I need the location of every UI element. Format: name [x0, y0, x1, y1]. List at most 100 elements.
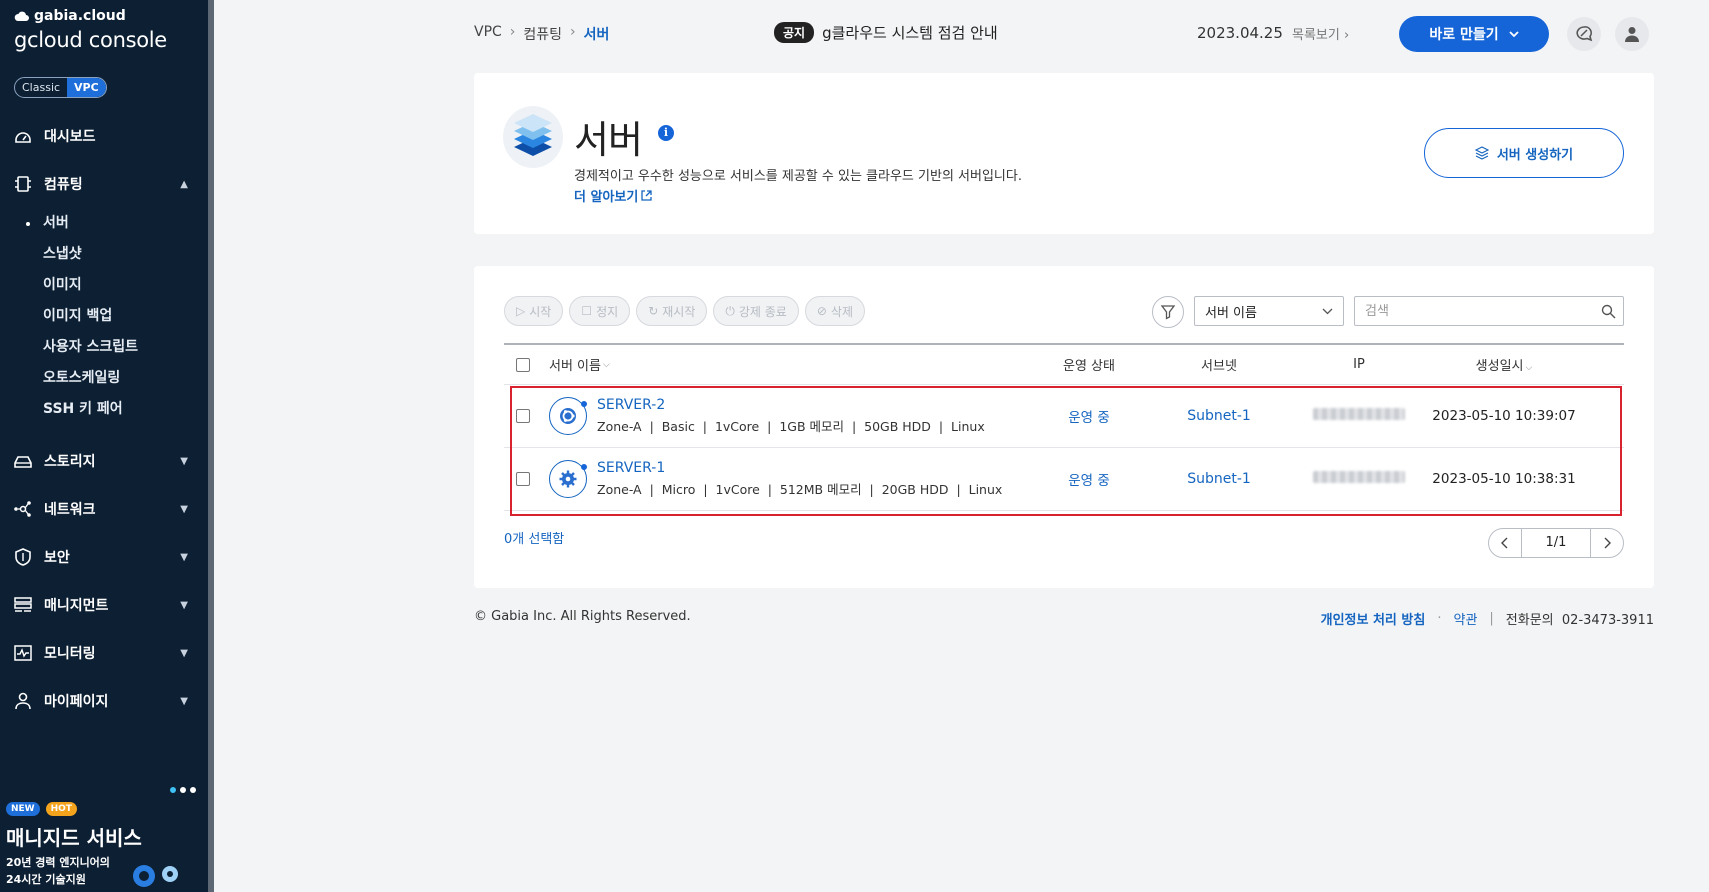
row-checkbox[interactable]	[516, 409, 530, 423]
footer-links: 개인정보 처리 방침 · 약관 | 전화문의 02-3473-3911	[1321, 609, 1654, 628]
footer-separator: |	[1489, 611, 1494, 626]
hot-badge: HOT	[45, 802, 77, 816]
stop-button[interactable]: ☐ 정지	[569, 296, 631, 326]
server-name-link[interactable]: SERVER-1	[597, 460, 1002, 476]
management-icon	[12, 594, 34, 616]
prev-page-button[interactable]	[1489, 529, 1521, 557]
sidebar-item-network[interactable]: 네트워크 ▼	[0, 485, 208, 533]
sidebar-item-label: 마이페이지	[44, 694, 109, 710]
action-toolbar: ▷ 시작 ☐ 정지 ↻ 재시작 ⏻ 강제 종료 ⊘ 삭제	[504, 296, 866, 326]
breadcrumb: VPC › 컴퓨팅 › 서버	[474, 24, 609, 44]
terms-link[interactable]: 약관	[1453, 609, 1477, 628]
start-button[interactable]: ▷ 시작	[504, 296, 564, 326]
search-box	[1354, 296, 1624, 326]
notice-text[interactable]: g클라우드 시스템 점검 안내	[822, 22, 998, 43]
sidebar-sub-image-backup[interactable]: 이미지 백업	[43, 301, 208, 332]
sidebar-item-storage[interactable]: 스토리지 ▼	[0, 437, 208, 485]
server-list-card: ▷시작 ☐정지 ↻재시작 ⏻강제 종료 ⊘삭제 서버 이름 서버 이름⌵ 운영 …	[474, 266, 1654, 588]
col-created-label: 생성일시	[1475, 359, 1524, 374]
table-header: 서버 이름 ⌵ 운영 상태 서브넷 IP 생성일시 ⌵	[504, 343, 1624, 385]
brand-logo[interactable]: gabia.cloud gcloud console	[14, 8, 167, 52]
col-created-header[interactable]: 생성일시 ⌵	[1429, 355, 1579, 374]
search-field-value: 서버 이름	[1205, 305, 1257, 321]
filter-icon	[1160, 305, 1176, 320]
sidebar-sub-ssh-keypair[interactable]: SSH 키 페어	[43, 394, 208, 425]
table-row[interactable]: SERVER-1 Zone-A | Micro | 1vCore | 512MB…	[504, 448, 1624, 511]
restart-button[interactable]: ↻ 재시작	[636, 296, 708, 326]
create-server-button[interactable]: 서버 생성하기	[1424, 128, 1624, 178]
info-icon[interactable]: i	[658, 125, 674, 141]
network-icon	[12, 498, 34, 520]
force-stop-button[interactable]: ⏻ 강제 종료	[713, 296, 799, 326]
cloud-icon	[14, 11, 29, 21]
sidebar-scrollbar[interactable]	[208, 0, 214, 892]
compute-subnav: 서버 스냅샷 이미지 이미지 백업 사용자 스크립트 오토스케일링 SSH 키 …	[0, 208, 208, 425]
gear-os-icon	[549, 460, 587, 498]
sidebar-sub-snapshot[interactable]: 스냅샷	[43, 239, 208, 270]
brand-big-text: gcloud console	[14, 28, 167, 52]
page-title: 서버	[574, 118, 643, 162]
sidebar-sub-server[interactable]: 서버	[26, 208, 208, 239]
subnet-link[interactable]: Subnet-1	[1187, 408, 1251, 424]
col-ip-header: IP	[1353, 357, 1365, 372]
spec-memory: 1GB 메모리	[779, 419, 845, 434]
dashboard-icon	[12, 125, 34, 147]
sidebar-item-label: 네트워크	[44, 502, 96, 518]
subnet-link[interactable]: Subnet-1	[1187, 471, 1251, 487]
breadcrumb-server: 서버	[583, 27, 610, 43]
new-badge: NEW	[6, 802, 40, 816]
env-vpc[interactable]: VPC	[67, 78, 106, 97]
col-name-header[interactable]: 서버 이름 ⌵	[549, 355, 1029, 374]
sidebar-item-label: 매니지먼트	[44, 598, 109, 614]
promo-carousel-dots[interactable]	[170, 787, 196, 793]
sidebar-item-mypage[interactable]: 마이페이지 ▼	[0, 677, 208, 725]
sidebar-item-dashboard[interactable]: 대시보드	[0, 112, 208, 160]
promo-banner[interactable]: NEW HOT 매니지드 서비스 20년 경력 엔지니어의 24시간 기술지원	[0, 766, 208, 892]
notice-list-link[interactable]: 목록보기 ›	[1292, 24, 1349, 43]
created-date: 2023-05-10 10:39:07	[1432, 408, 1576, 424]
sidebar-item-compute[interactable]: 컴퓨팅 ▲	[0, 160, 208, 208]
chat-icon	[1576, 26, 1593, 42]
sidebar-item-monitoring[interactable]: 모니터링 ▼	[0, 629, 208, 677]
sidebar-sub-user-script[interactable]: 사용자 스크립트	[43, 332, 208, 363]
table-row[interactable]: SERVER-2 Zone-A | Basic | 1vCore | 1GB 메…	[504, 385, 1624, 448]
power-icon: ⏻	[725, 303, 735, 318]
sidebar-sub-autoscaling[interactable]: 오토스케일링	[43, 363, 208, 394]
spec-plan: Basic	[661, 419, 695, 434]
phone-label: 전화문의 02-3473-3911	[1506, 609, 1654, 628]
search-input[interactable]	[1355, 297, 1593, 325]
stop-label: 정지	[596, 304, 619, 319]
spec-plan: Micro	[661, 482, 696, 497]
filter-button[interactable]	[1152, 296, 1184, 328]
learn-more-link[interactable]: 더 알아보기	[574, 186, 652, 205]
chat-button[interactable]	[1567, 17, 1601, 51]
account-button[interactable]	[1615, 17, 1649, 51]
status-text: 운영 중	[1068, 473, 1110, 489]
notice-banner[interactable]: 공지 g클라우드 시스템 점검 안내	[774, 22, 998, 43]
footer-copyright: © Gabia Inc. All Rights Reserved.	[474, 609, 691, 624]
search-field-select[interactable]: 서버 이름	[1194, 296, 1344, 326]
stop-icon: ☐	[581, 304, 593, 318]
breadcrumb-compute[interactable]: 컴퓨팅	[523, 24, 562, 44]
breadcrumb-vpc[interactable]: VPC	[474, 24, 502, 44]
promo-sub-line: 24시간 기술지원	[6, 873, 86, 886]
spec-os: Linux	[968, 482, 1003, 497]
privacy-policy-link[interactable]: 개인정보 처리 방침	[1321, 609, 1426, 628]
chevron-down-icon: ▼	[180, 647, 188, 659]
quick-create-button[interactable]: 바로 만들기	[1399, 16, 1549, 52]
next-page-button[interactable]	[1591, 529, 1623, 557]
env-classic[interactable]: Classic	[15, 78, 67, 97]
chevron-down-icon: ▼	[180, 695, 188, 707]
layers-icon	[1474, 146, 1489, 160]
spec-memory: 512MB 메모리	[779, 482, 862, 497]
server-name-link[interactable]: SERVER-2	[597, 397, 985, 413]
sidebar-item-management[interactable]: 매니지먼트 ▼	[0, 581, 208, 629]
sidebar-item-security[interactable]: 보안 ▼	[0, 533, 208, 581]
select-all-checkbox[interactable]	[516, 357, 530, 372]
env-toggle[interactable]: Classic VPC	[14, 77, 107, 98]
search-icon[interactable]	[1593, 304, 1623, 319]
delete-button[interactable]: ⊘ 삭제	[804, 296, 866, 326]
sidebar-sub-image[interactable]: 이미지	[43, 270, 208, 301]
user-icon	[12, 690, 34, 712]
row-checkbox[interactable]	[516, 472, 530, 486]
